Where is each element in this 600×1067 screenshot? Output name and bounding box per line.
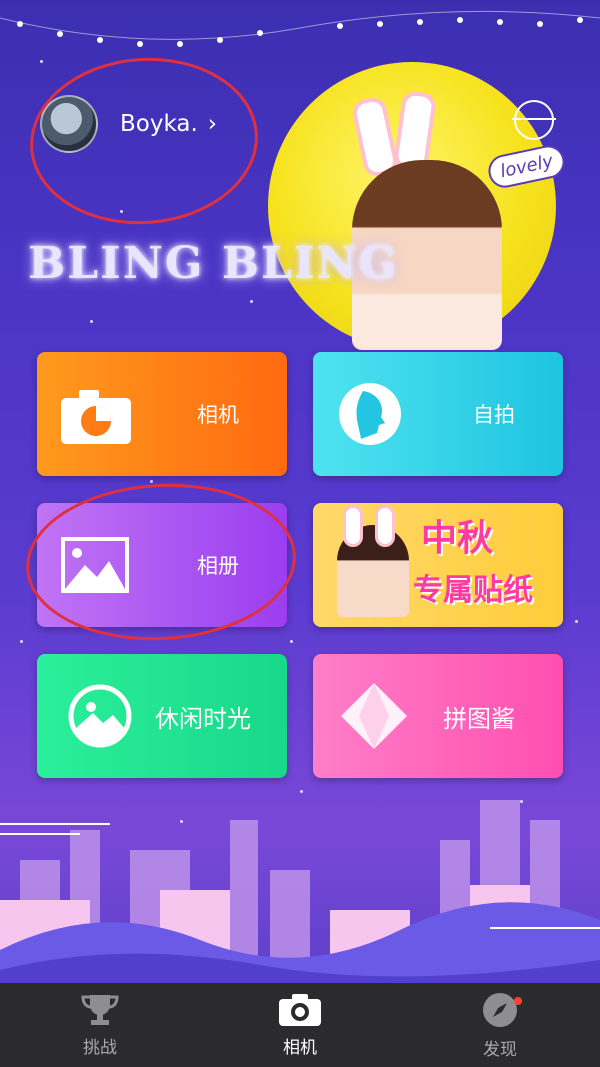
- nav-discover[interactable]: 发现: [400, 983, 600, 1067]
- bottom-nav: 挑战 相机 发现: [0, 983, 600, 1067]
- notification-dot: [514, 997, 522, 1005]
- mid-autumn-sticker-banner[interactable]: 中秋 专属贴纸: [313, 503, 563, 627]
- camera-tile[interactable]: 相机: [37, 352, 287, 476]
- puzzle-tile[interactable]: 拼图酱: [313, 654, 563, 778]
- selfie-tile[interactable]: 自拍: [313, 352, 563, 476]
- nav-camera[interactable]: 相机: [200, 983, 400, 1067]
- compass-icon: [483, 992, 517, 1027]
- nav-discover-label: 发现: [483, 1039, 517, 1060]
- banner-subtitle: 专属贴纸: [413, 573, 533, 608]
- annotation-circle-profile: [24, 50, 264, 232]
- bunny-ear-icon: [375, 505, 395, 547]
- nav-camera-label: 相机: [283, 1037, 317, 1058]
- camera-label: 相机: [197, 403, 239, 427]
- bunny-ear-icon: [343, 505, 363, 547]
- bling-bling-title: BLING BLING: [28, 238, 399, 289]
- selfie-label: 自拍: [473, 403, 515, 427]
- landscape-circle-icon: [68, 684, 132, 748]
- face-profile-icon: [339, 383, 401, 445]
- city-skyline-illustration: [0, 800, 600, 985]
- nav-challenge-label: 挑战: [83, 1037, 117, 1058]
- globe-icon[interactable]: [512, 100, 556, 140]
- camera-icon: [61, 390, 131, 444]
- leisure-label: 休闲时光: [155, 704, 251, 733]
- camera-icon: [279, 993, 321, 1026]
- banner-title: 中秋: [421, 518, 494, 559]
- trophy-icon: [81, 994, 119, 1025]
- leisure-tile[interactable]: 休闲时光: [37, 654, 287, 778]
- nav-challenge[interactable]: 挑战: [0, 983, 200, 1067]
- diamond-icon: [341, 683, 407, 749]
- puzzle-label: 拼图酱: [443, 704, 515, 733]
- string-lights: [0, 10, 600, 47]
